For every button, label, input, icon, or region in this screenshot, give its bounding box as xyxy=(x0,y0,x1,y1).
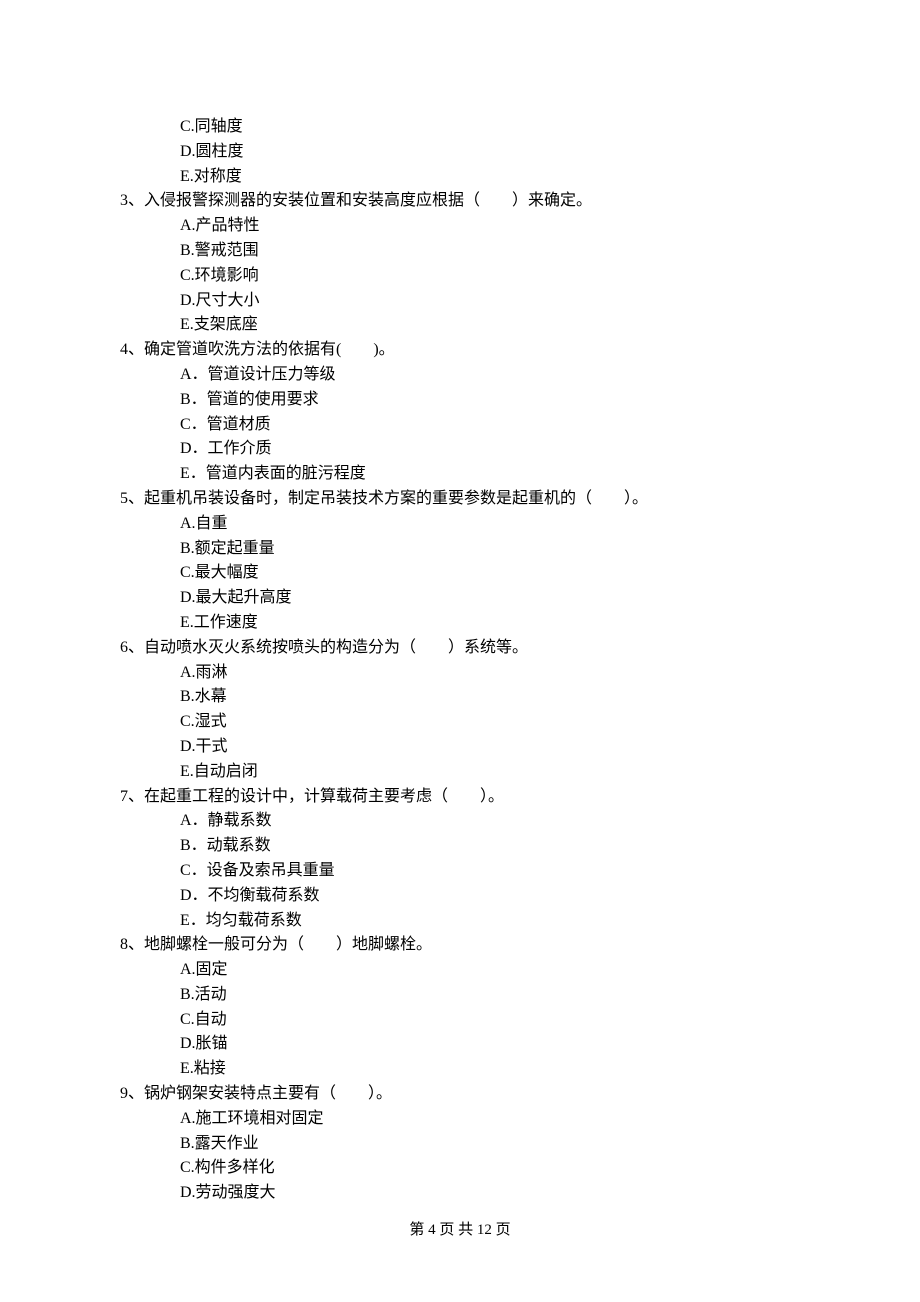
option-text: D．工作介质 xyxy=(120,437,800,462)
option-text: D.最大起升高度 xyxy=(120,586,800,611)
option-text: C.最大幅度 xyxy=(120,561,800,586)
option-text: D.胀锚 xyxy=(120,1032,800,1057)
option-text: B.额定起重量 xyxy=(120,537,800,562)
option-text: E.支架底座 xyxy=(120,313,800,338)
option-text: C．管道材质 xyxy=(120,413,800,438)
option-text: C.环境影响 xyxy=(120,264,800,289)
option-text: E.工作速度 xyxy=(120,611,800,636)
question-stem: 6、自动喷水灭火系统按喷头的构造分为（ ）系统等。 xyxy=(120,636,800,661)
option-text: E.自动启闭 xyxy=(120,760,800,785)
question-stem: 3、入侵报警探测器的安装位置和安装高度应根据（ ）来确定。 xyxy=(120,189,800,214)
page-footer: 第 4 页 共 12 页 xyxy=(0,1219,920,1242)
option-text: A．管道设计压力等级 xyxy=(120,363,800,388)
option-text: E.对称度 xyxy=(120,165,800,190)
option-text: A.自重 xyxy=(120,512,800,537)
option-text: A.固定 xyxy=(120,958,800,983)
option-text: B.水幕 xyxy=(120,685,800,710)
option-text: B．动载系数 xyxy=(120,834,800,859)
option-text: C.构件多样化 xyxy=(120,1156,800,1181)
question-stem: 7、在起重工程的设计中，计算载荷主要考虑（ ）。 xyxy=(120,785,800,810)
option-text: E．管道内表面的脏污程度 xyxy=(120,462,800,487)
option-text: B．管道的使用要求 xyxy=(120,388,800,413)
option-text: A.产品特性 xyxy=(120,214,800,239)
option-text: D.干式 xyxy=(120,735,800,760)
option-text: C．设备及索吊具重量 xyxy=(120,859,800,884)
option-text: B.露天作业 xyxy=(120,1132,800,1157)
option-text: C.湿式 xyxy=(120,710,800,735)
question-stem: 5、起重机吊装设备时，制定吊装技术方案的重要参数是起重机的（ ）。 xyxy=(120,487,800,512)
option-text: A.雨淋 xyxy=(120,661,800,686)
option-text: D.劳动强度大 xyxy=(120,1181,800,1206)
option-text: B.警戒范围 xyxy=(120,239,800,264)
option-text: C.自动 xyxy=(120,1008,800,1033)
option-text: B.活动 xyxy=(120,983,800,1008)
page-content: C.同轴度 D.圆柱度 E.对称度 3、入侵报警探测器的安装位置和安装高度应根据… xyxy=(0,0,920,1206)
option-text: A．静载系数 xyxy=(120,809,800,834)
option-text: A.施工环境相对固定 xyxy=(120,1107,800,1132)
option-text: D．不均衡载荷系数 xyxy=(120,884,800,909)
option-text: D.圆柱度 xyxy=(120,140,800,165)
question-stem: 8、地脚螺栓一般可分为（ ）地脚螺栓。 xyxy=(120,933,800,958)
option-text: C.同轴度 xyxy=(120,115,800,140)
question-stem: 9、锅炉钢架安装特点主要有（ ）。 xyxy=(120,1082,800,1107)
option-text: E．均匀载荷系数 xyxy=(120,909,800,934)
option-text: D.尺寸大小 xyxy=(120,289,800,314)
option-text: E.粘接 xyxy=(120,1057,800,1082)
question-stem: 4、确定管道吹洗方法的依据有( )。 xyxy=(120,338,800,363)
